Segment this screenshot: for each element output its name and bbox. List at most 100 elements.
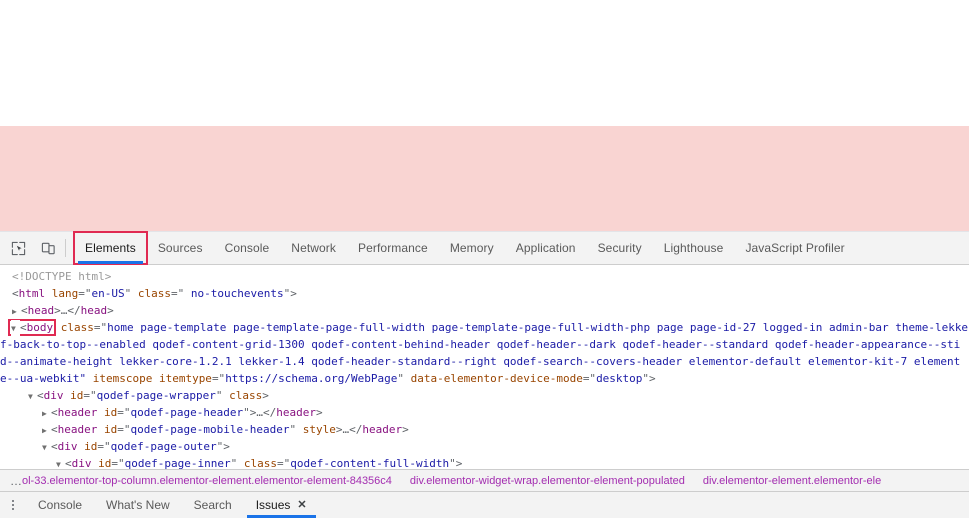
body-class-attr-name: class xyxy=(60,321,94,334)
tab-console[interactable]: Console xyxy=(214,232,281,264)
drawer-tab-label: Search xyxy=(193,498,232,512)
tab-label: Elements xyxy=(85,241,136,255)
drawer-tab-issues[interactable]: Issues ✕ xyxy=(244,492,319,518)
html-class-attr-value: no-touchevents xyxy=(184,287,284,300)
devtools-drawer-tabbar: Console What's New Search Issues ✕ xyxy=(0,491,969,518)
header-id-attr-name: id xyxy=(104,406,118,419)
breadcrumb-item-1[interactable]: div.elementor-widget-wrap.elementor-elem… xyxy=(401,475,694,487)
toolbar-separator xyxy=(65,239,66,257)
html-lang-attr-value: en-US xyxy=(91,287,125,300)
expand-arrow-icon[interactable] xyxy=(12,303,21,319)
dom-line-body[interactable]: <body class="home page-template page-tem… xyxy=(0,319,969,336)
breadcrumb-item-2[interactable]: div.elementor-element.elementor-ele xyxy=(694,475,890,487)
tab-label: JavaScript Profiler xyxy=(745,241,845,255)
header-close-tag-name: header xyxy=(276,406,316,419)
collapsed-ellipsis: … xyxy=(256,406,263,419)
outer-id-attr-name: id xyxy=(84,440,98,453)
dom-line-body-wrap3[interactable]: d--animate-height lekker-core-1.2.1 lekk… xyxy=(0,353,969,370)
tab-label: Security xyxy=(597,241,642,255)
tab-label: Sources xyxy=(157,241,203,255)
tab-label: Network xyxy=(291,241,337,255)
body-itemscope-attr: itemscope xyxy=(92,372,153,385)
head-close-tag-name: head xyxy=(80,304,108,317)
tab-label: Lighthouse xyxy=(663,241,724,255)
mobile-header-close-tag-name: header xyxy=(362,423,403,436)
collapse-arrow-icon[interactable] xyxy=(28,388,37,404)
tab-application[interactable]: Application xyxy=(505,232,587,264)
header-tag-name: header xyxy=(57,406,98,419)
devtools-tab-strip: Elements Sources Console Network Perform… xyxy=(73,231,856,265)
tab-memory[interactable]: Memory xyxy=(439,232,505,264)
expand-arrow-icon[interactable] xyxy=(42,422,51,438)
devtools-screenshot: Elements Sources Console Network Perform… xyxy=(0,0,969,518)
drawer-more-options-icon[interactable] xyxy=(0,492,26,518)
drawer-tab-search[interactable]: Search xyxy=(182,492,244,518)
body-itemtype-attr-name: itemtype xyxy=(158,372,212,385)
mobile-header-tag-name: header xyxy=(57,423,98,436)
body-class-value-line1: home page-template page-template-page-fu… xyxy=(107,321,969,334)
dom-line-page-header[interactable]: <header id="qodef-page-header">…</header… xyxy=(0,404,969,421)
collapse-arrow-icon[interactable] xyxy=(11,320,20,336)
outer-id-attr-value: qodef-page-outer xyxy=(110,440,217,453)
device-toolbar-icon[interactable] xyxy=(35,236,61,260)
body-device-mode-attr-name: data-elementor-device-mode xyxy=(410,372,583,385)
collapse-arrow-icon[interactable] xyxy=(42,439,51,455)
tab-label: Application xyxy=(515,241,576,255)
dom-line-body-wrap2[interactable]: f-back-to-top--enabled qodef-content-gri… xyxy=(0,336,969,353)
tab-javascript-profiler[interactable]: JavaScript Profiler xyxy=(734,232,855,264)
element-highlight-overlay xyxy=(0,126,969,231)
expand-arrow-icon[interactable] xyxy=(42,405,51,421)
tab-performance[interactable]: Performance xyxy=(347,232,439,264)
body-class-value-line3: d--animate-height lekker-core-1.2.1 lekk… xyxy=(0,355,961,368)
drawer-tab-console[interactable]: Console xyxy=(26,492,94,518)
inspect-element-icon[interactable] xyxy=(5,236,31,260)
html-tag-name: html xyxy=(18,287,46,300)
drawer-tab-label: Issues xyxy=(255,498,291,512)
mobile-header-id-attr-name: id xyxy=(104,423,118,436)
wrapper-class-attr-name: class xyxy=(229,389,263,402)
drawer-tab-label: Console xyxy=(38,498,83,512)
tab-label: Console xyxy=(224,241,270,255)
html-class-attr-name: class xyxy=(137,287,171,300)
page-blank-area xyxy=(0,0,969,126)
drawer-tab-label: What's New xyxy=(106,498,170,512)
body-class-value-line4: e--ua-webkit" xyxy=(0,372,87,385)
tab-sources[interactable]: Sources xyxy=(147,232,214,264)
mobile-header-id-attr-value: qodef-page-mobile-header xyxy=(130,423,290,436)
wrapper-tag-name: div xyxy=(43,389,64,402)
kebab-icon xyxy=(12,500,14,510)
close-icon[interactable]: ✕ xyxy=(297,499,306,511)
body-itemtype-attr-value: https://schema.org/WebPage xyxy=(225,372,398,385)
tab-elements[interactable]: Elements xyxy=(73,231,148,265)
dom-line-mobile-header[interactable]: <header id="qodef-page-mobile-header" st… xyxy=(0,421,969,438)
devtools-toolbar: Elements Sources Console Network Perform… xyxy=(0,231,969,265)
page-viewport[interactable] xyxy=(0,0,969,232)
doctype-text: <!DOCTYPE html> xyxy=(12,270,112,283)
tab-lighthouse[interactable]: Lighthouse xyxy=(653,232,735,264)
body-tag-name: body xyxy=(26,321,54,334)
wrapper-id-attr-name: id xyxy=(70,389,84,402)
header-id-attr-value: qodef-page-header xyxy=(130,406,244,419)
tab-network[interactable]: Network xyxy=(280,232,347,264)
breadcrumb-item-0[interactable]: ol-33.elementor-top-column.elementor-ele… xyxy=(22,475,401,487)
dom-line-doctype[interactable]: <!DOCTYPE html> xyxy=(0,268,969,285)
body-node-annotation-box[interactable]: <body xyxy=(7,319,57,336)
tab-security[interactable]: Security xyxy=(587,232,653,264)
dom-line-page-wrapper[interactable]: <div id="qodef-page-wrapper" class> xyxy=(0,387,969,404)
toolbar-icon-group xyxy=(0,236,61,260)
body-class-value-line2: f-back-to-top--enabled qodef-content-gri… xyxy=(0,338,961,351)
tab-label: Performance xyxy=(358,241,428,255)
mobile-header-style-attr-name: style xyxy=(302,423,336,436)
html-lang-attr-name: lang xyxy=(51,287,79,300)
dom-line-body-wrap4[interactable]: e--ua-webkit" itemscope itemtype="https:… xyxy=(0,370,969,387)
tab-label: Memory xyxy=(449,241,494,255)
devtools-panel: Elements Sources Console Network Perform… xyxy=(0,231,969,518)
dom-tree[interactable]: <!DOCTYPE html> <html lang="en-US" class… xyxy=(0,265,969,474)
dom-breadcrumb-bar[interactable]: … ol-33.elementor-top-column.elementor-e… xyxy=(0,469,969,492)
outer-tag-name: div xyxy=(57,440,78,453)
dom-line-head[interactable]: <head>…</head> xyxy=(0,302,969,319)
dom-line-page-outer[interactable]: <div id="qodef-page-outer"> xyxy=(0,438,969,455)
drawer-tab-whats-new[interactable]: What's New xyxy=(94,492,182,518)
head-tag-name: head xyxy=(27,304,55,317)
dom-line-html[interactable]: <html lang="en-US" class=" no-touchevent… xyxy=(0,285,969,302)
